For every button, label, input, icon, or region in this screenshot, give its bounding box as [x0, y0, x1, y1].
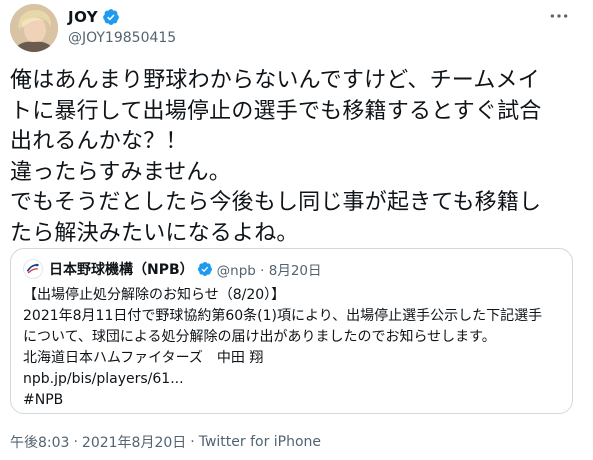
- author-display-name[interactable]: JOY: [68, 8, 98, 26]
- verified-badge-icon: [102, 8, 120, 26]
- tweet-text-line: たら解決みたいになるよね。: [10, 220, 299, 246]
- quoted-text-line: 【出場停止処分解除のお知らせ（8/20）】: [23, 287, 286, 303]
- quoted-tweet-text: 【出場停止処分解除のお知らせ（8/20）】 2021年8月11日付で野球協約第6…: [23, 285, 563, 411]
- quoted-hashtag[interactable]: #NPB: [23, 390, 563, 411]
- quoted-tweet-card[interactable]: 日本野球機構（NPB） @npb · 8月20日 【出場停止処分解除のお知らせ（…: [10, 248, 573, 414]
- tweet-text-line: 出れるんかな？！: [10, 129, 188, 154]
- tweet-text-line: 俺はあんまり野球わからないんですけど、チームメイ: [10, 68, 540, 93]
- tweet-text-line: トに暴行して出場停止の選手でも移籍するとすぐ試合: [10, 98, 542, 124]
- author-avatar[interactable]: [10, 4, 58, 52]
- meta-separator: ·: [190, 434, 195, 450]
- tweet-meta: 午後8:03 · 2021年8月20日 · Twitter for iPhone: [10, 432, 321, 452]
- quoted-display-name[interactable]: 日本野球機構（NPB）: [49, 259, 194, 279]
- tweet-date[interactable]: 2021年8月20日: [82, 432, 186, 452]
- more-horizontal-icon[interactable]: [545, 6, 573, 26]
- quoted-text-line: 2021年8月11日付で野球協約第60条(1)項により、出場停止選手公示した下記…: [23, 308, 543, 324]
- quoted-text-line: について、球団による処分解除の届け出がありましたのでお知らせします。: [23, 329, 496, 345]
- tweet-text-line: でもそうだとしたら今後もし同じ事が起きても移籍し: [10, 190, 542, 215]
- quoted-text-line: 北海道日本ハムファイターズ 中田 翔: [23, 350, 264, 366]
- quoted-handle-date[interactable]: @npb · 8月20日: [217, 259, 322, 279]
- tweet-text: 俺はあんまり野球わからないんですけど、チームメイ トに暴行して出場停止の選手でも…: [10, 66, 585, 249]
- quoted-link[interactable]: npb.jp/bis/players/61...: [23, 369, 563, 390]
- tweet-time[interactable]: 午後8:03: [10, 432, 69, 452]
- author-block: JOY @JOY19850415: [68, 6, 176, 46]
- quoted-tweet-header: 日本野球機構（NPB） @npb · 8月20日: [23, 257, 322, 281]
- meta-separator: ·: [73, 434, 78, 450]
- tweet-source[interactable]: Twitter for iPhone: [199, 434, 321, 450]
- tweet-text-line: 違ったらすみません。: [10, 159, 231, 185]
- author-handle[interactable]: @JOY19850415: [68, 30, 176, 46]
- verified-badge-icon: [197, 261, 213, 277]
- tweet: JOY @JOY19850415 俺はあんまり野球わからないんですけど、チームメ…: [0, 0, 593, 460]
- npb-logo-icon[interactable]: [23, 259, 43, 279]
